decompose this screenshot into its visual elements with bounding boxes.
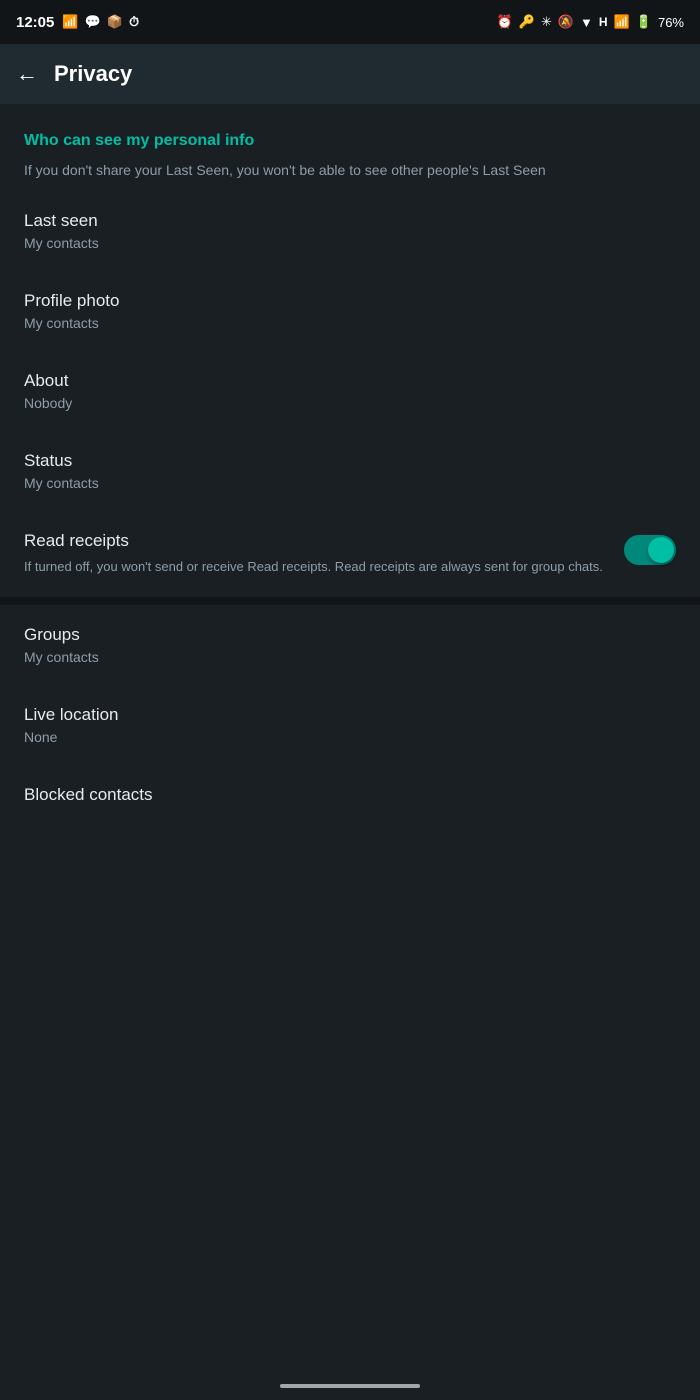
status-item[interactable]: Status My contacts xyxy=(0,431,700,511)
toggle-knob xyxy=(648,537,674,563)
status-value: My contacts xyxy=(24,475,676,491)
page-title: Privacy xyxy=(54,61,132,87)
notification-icon: 📦 xyxy=(107,14,123,30)
wifi-icon: ▼ xyxy=(580,15,593,30)
signal-strength-icon: 📶 xyxy=(614,14,630,30)
about-label: About xyxy=(24,371,676,391)
bottom-home-indicator xyxy=(280,1384,420,1388)
timer-icon: ⏱ xyxy=(129,14,139,30)
key-icon: 🔑 xyxy=(519,14,535,30)
groups-label: Groups xyxy=(24,625,676,645)
read-receipts-toggle-container xyxy=(624,535,676,565)
alarm-icon: ⏰ xyxy=(497,14,513,30)
read-receipts-text: Read receipts If turned off, you won't s… xyxy=(24,531,604,577)
personal-info-section-header: Who can see my personal info If you don'… xyxy=(0,104,700,191)
blocked-contacts-label: Blocked contacts xyxy=(24,785,676,805)
live-location-value: None xyxy=(24,729,676,745)
status-bar: 12:05 📶 💬 📦 ⏱ ⏰ 🔑 ✳ 🔕 ▼ H 📶 🔋 76% xyxy=(0,0,700,44)
read-receipts-description: If turned off, you won't send or receive… xyxy=(24,557,604,577)
last-seen-item[interactable]: Last seen My contacts xyxy=(0,191,700,271)
mute-icon: 🔕 xyxy=(558,14,574,30)
status-label: Status xyxy=(24,451,676,471)
battery-icon: 🔋 xyxy=(636,14,652,30)
section-divider xyxy=(0,597,700,605)
privacy-settings-content: Who can see my personal info If you don'… xyxy=(0,104,700,829)
blocked-contacts-item[interactable]: Blocked contacts xyxy=(0,765,700,829)
read-receipts-toggle[interactable] xyxy=(624,535,676,565)
back-button[interactable]: ← xyxy=(16,61,38,87)
chat-bubble-icon: 💬 xyxy=(85,14,101,30)
last-seen-label: Last seen xyxy=(24,211,676,231)
network-h-icon: H xyxy=(599,15,608,29)
battery-percent: 76% xyxy=(658,15,684,30)
read-receipts-label: Read receipts xyxy=(24,531,604,551)
profile-photo-item[interactable]: Profile photo My contacts xyxy=(0,271,700,351)
read-receipts-item[interactable]: Read receipts If turned off, you won't s… xyxy=(0,511,700,597)
profile-photo-label: Profile photo xyxy=(24,291,676,311)
groups-item[interactable]: Groups My contacts xyxy=(0,605,700,685)
signal-bars-icon: 📶 xyxy=(62,14,78,30)
personal-info-description: If you don't share your Last Seen, you w… xyxy=(24,160,676,181)
about-value: Nobody xyxy=(24,395,676,411)
live-location-label: Live location xyxy=(24,705,676,725)
groups-value: My contacts xyxy=(24,649,676,665)
time-display: 12:05 xyxy=(16,14,54,31)
about-item[interactable]: About Nobody xyxy=(0,351,700,431)
bluetooth-icon: ✳ xyxy=(541,14,552,30)
profile-photo-value: My contacts xyxy=(24,315,676,331)
personal-info-title: Who can see my personal info xyxy=(24,132,676,150)
last-seen-value: My contacts xyxy=(24,235,676,251)
app-bar: ← Privacy xyxy=(0,44,700,104)
live-location-item[interactable]: Live location None xyxy=(0,685,700,765)
